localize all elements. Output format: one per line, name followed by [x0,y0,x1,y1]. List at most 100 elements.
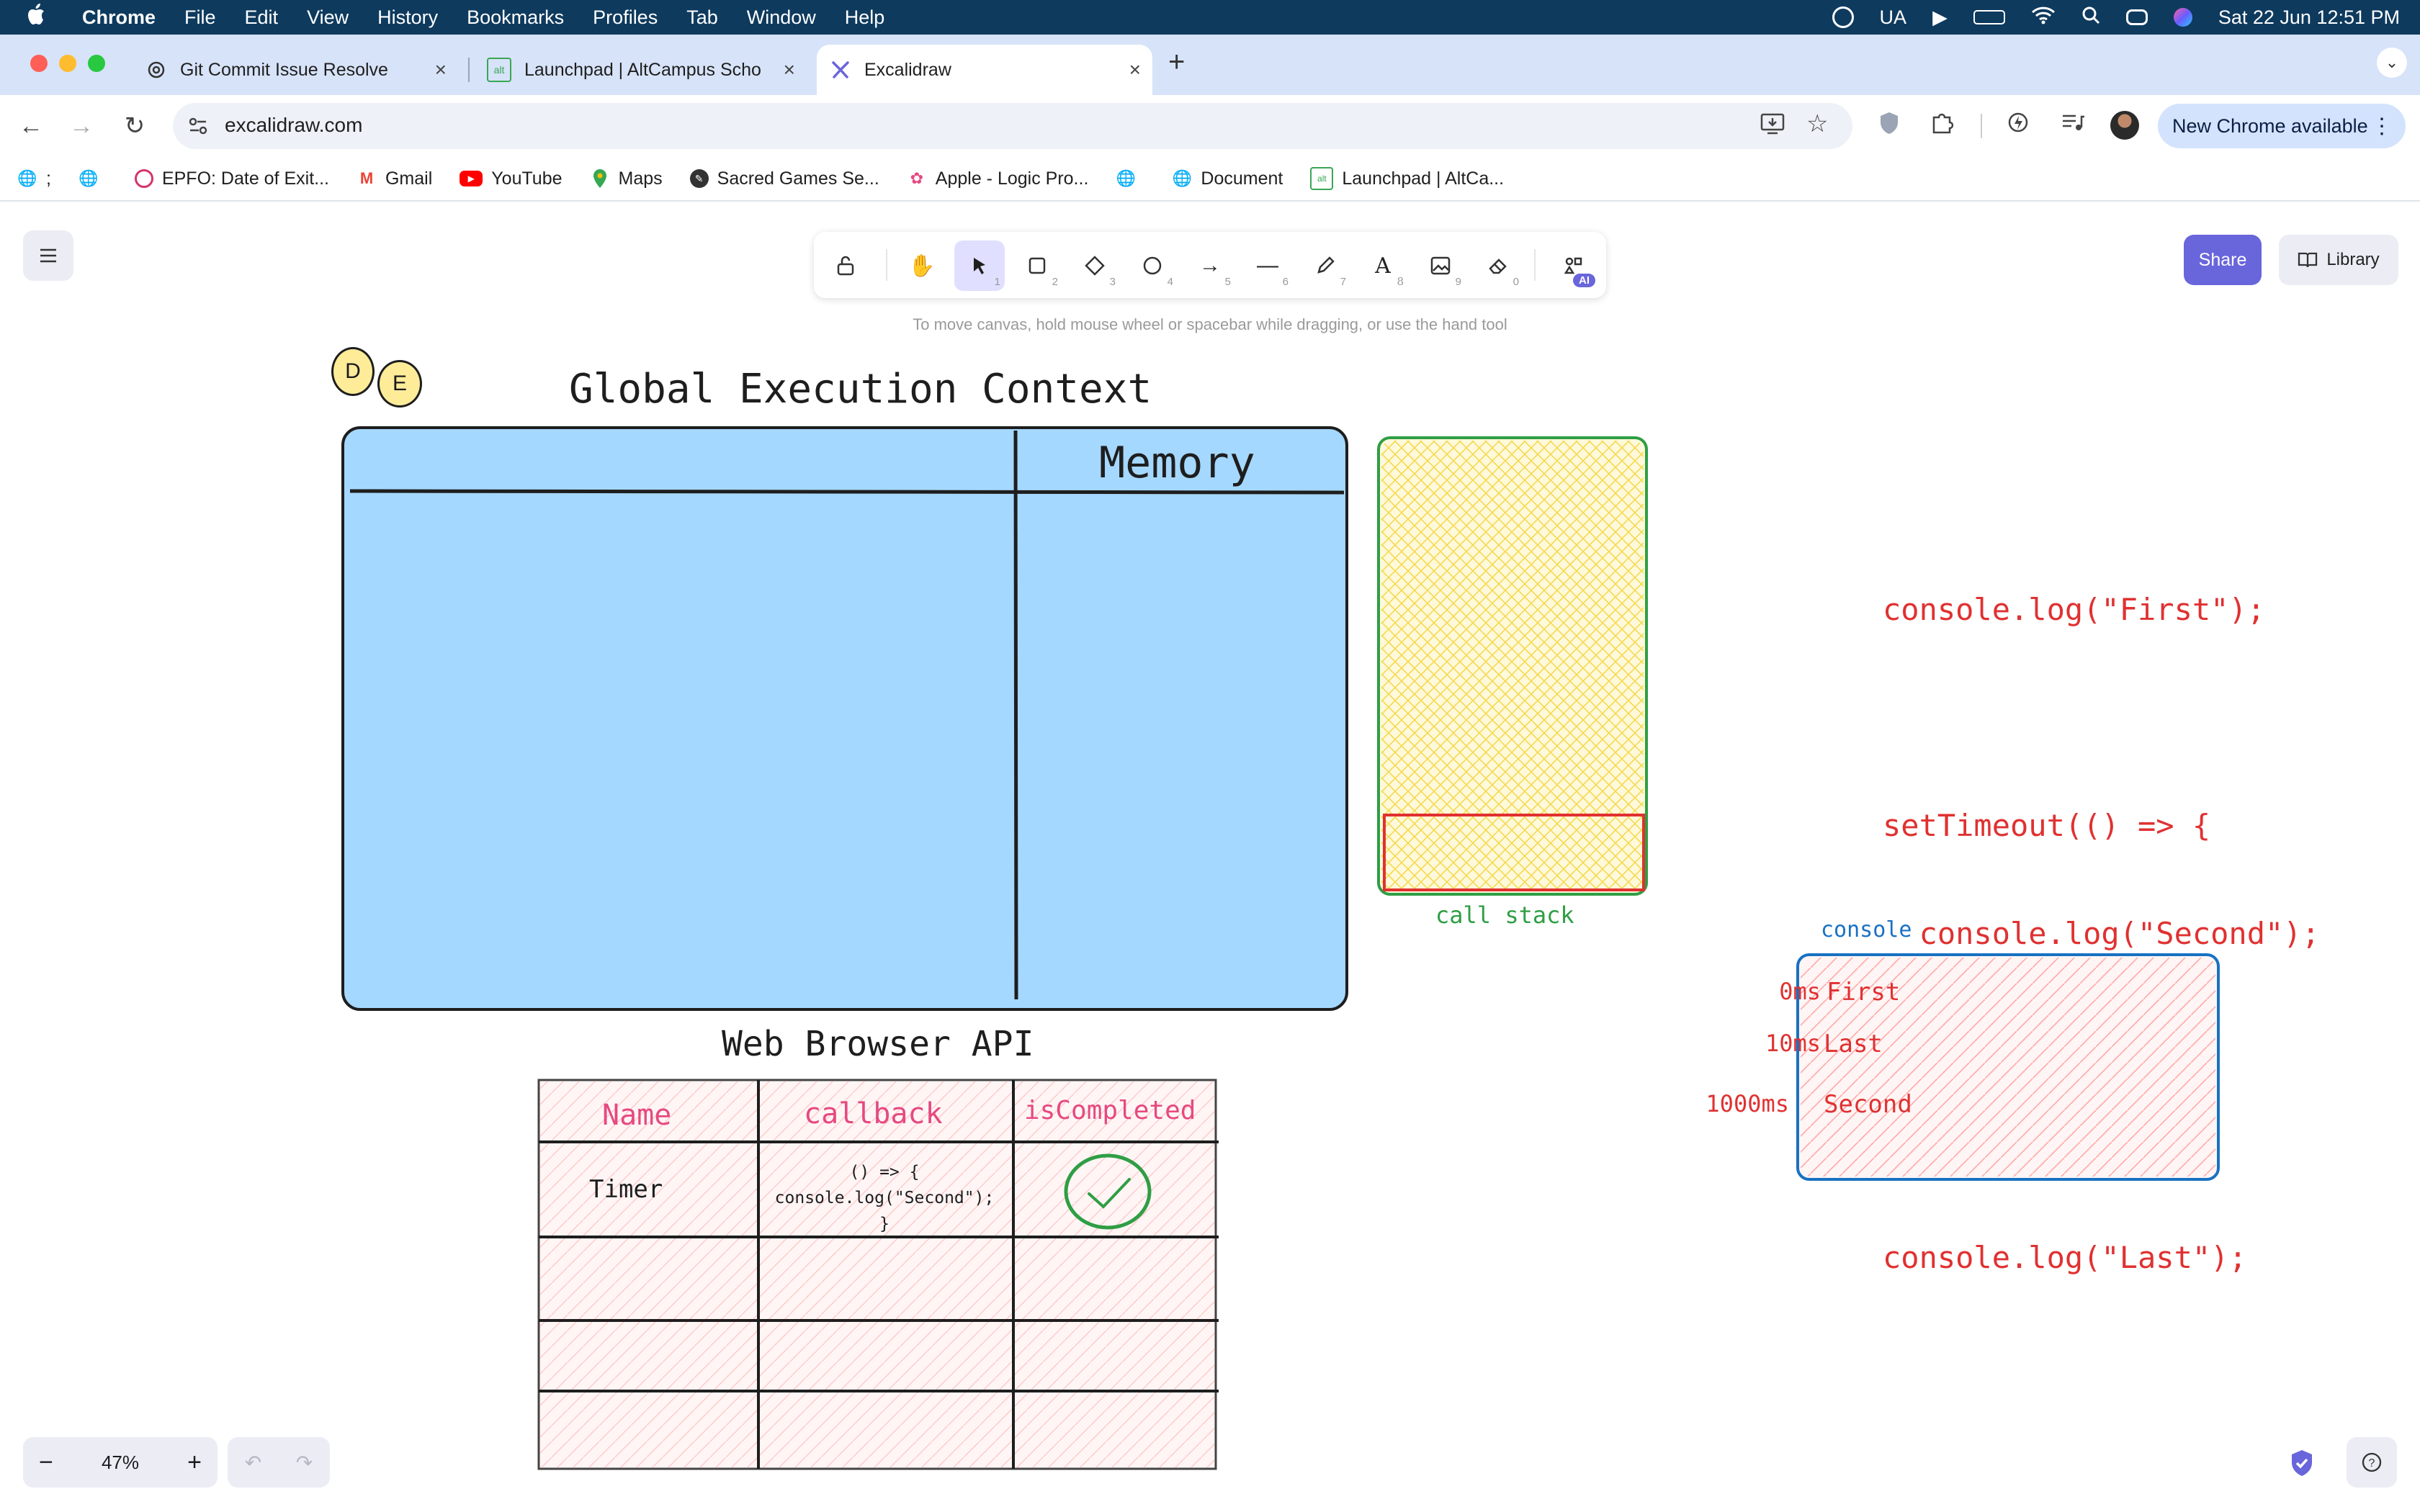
reload-button[interactable]: ↻ [117,108,153,144]
bookmark-item-sacred-games[interactable]: ✎ Sacred Games Se... [689,168,879,189]
menu-help[interactable]: Help [845,6,885,29]
tab-title: Git Commit Issue Resolve [180,59,388,80]
collaborator-avatar[interactable]: E [377,360,422,408]
tab-excalidraw[interactable]: Excalidraw × [817,45,1152,95]
help-button[interactable]: ? [2347,1437,2397,1488]
selection-tool-icon[interactable]: 1 [954,240,1005,291]
bookmark-item-launchpad[interactable]: alt Launchpad | AltCa... [1310,167,1504,190]
menu-view[interactable]: View [307,6,349,29]
undo-button[interactable]: ↶ [245,1451,261,1475]
site-settings-icon[interactable] [187,115,209,140]
bookmark-label: Document [1201,168,1283,189]
tab-close-icon[interactable]: × [1129,58,1141,81]
bookmark-item-apple-logic[interactable]: ✿ Apple - Logic Pro... [907,168,1089,189]
spotlight-search-icon[interactable] [2081,6,2100,30]
tab-close-icon[interactable]: × [784,58,795,81]
bookmark-item[interactable]: 🌐 [79,168,107,189]
performance-icon[interactable] [2007,111,2030,138]
library-button[interactable]: Library [2279,235,2398,285]
console-label[interactable]: console [1821,917,1912,942]
bookmark-item[interactable]: 🌐 [1116,168,1144,189]
lock-tool-icon[interactable] [820,240,871,291]
diamond-tool-icon[interactable]: 3 [1070,240,1120,291]
menu-profiles[interactable]: Profiles [593,6,658,29]
address-bar[interactable] [173,103,1852,149]
tab-launchpad[interactable]: alt Launchpad | AltCampus Scho × [475,45,807,95]
new-chrome-available-button[interactable]: New Chrome available ⋮ [2158,104,2406,148]
bookmark-item-youtube[interactable]: ▶ YouTube [460,168,563,189]
menu-edit[interactable]: Edit [245,6,279,29]
gec-box[interactable] [339,425,1354,1015]
bookmark-label: Launchpad | AltCa... [1342,168,1505,189]
grammarly-icon[interactable] [1832,6,1854,28]
forward-button[interactable]: → [63,108,99,144]
bookmark-star-icon[interactable]: ☆ [1806,109,1828,138]
encryption-shield-icon[interactable] [2289,1449,2315,1481]
tab-close-icon[interactable]: × [435,58,447,81]
zoom-out-button[interactable]: − [39,1449,53,1477]
ellipse-tool-icon[interactable]: 4 [1127,240,1178,291]
control-center-icon[interactable] [2125,9,2148,25]
bookmark-item-maps[interactable]: Maps [590,168,663,189]
call-stack-label[interactable]: call stack [1435,901,1574,929]
tab-git-commit[interactable]: Git Commit Issue Resolve × [134,45,458,95]
window-zoom-button[interactable] [88,55,105,72]
bookmark-item-epfo[interactable]: EPFO: Date of Exit... [134,168,329,189]
apple-menu-icon[interactable] [27,3,48,32]
menu-bookmarks[interactable]: Bookmarks [467,6,564,29]
back-button[interactable]: ← [13,108,49,144]
gec-title[interactable]: Global Execution Context [569,366,1152,413]
new-chrome-label: New Chrome available [2172,114,2368,137]
collaborator-avatar[interactable]: D [331,347,375,396]
arrow-tool-icon[interactable]: → 5 [1185,240,1235,291]
menu-tab[interactable]: Tab [686,6,718,29]
altcampus-icon: alt [1310,167,1334,190]
bookmark-item-gmail[interactable]: M Gmail [357,168,432,189]
zoom-in-button[interactable]: + [187,1449,202,1477]
image-tool-icon[interactable]: 9 [1415,240,1466,291]
extensions-puzzle-icon[interactable] [1930,111,1954,138]
wifi-icon[interactable] [2031,6,2056,30]
share-button[interactable]: Share [2184,235,2262,285]
hand-tool-icon[interactable]: ✋ [897,240,947,291]
extension-shield-icon[interactable] [1878,111,1900,139]
memory-label[interactable]: Memory [1099,438,1255,488]
web-api-table[interactable] [536,1077,1222,1475]
window-close-button[interactable] [30,55,48,72]
menu-file[interactable]: File [184,6,216,29]
zoom-level[interactable]: 47% [102,1452,139,1474]
pencil-tool-icon[interactable]: 7 [1300,240,1350,291]
redo-button[interactable]: ↷ [296,1451,313,1475]
eraser-tool-icon[interactable]: 0 [1473,240,1523,291]
main-menu-button[interactable] [23,230,73,281]
toolbar-divider [886,249,887,281]
window-minimize-button[interactable] [59,55,76,72]
menubar-clock[interactable]: Sat 22 Jun 12:51 PM [2218,6,2400,29]
siri-icon[interactable] [2173,8,2192,27]
console-time: 10ms [1765,1030,1821,1057]
media-queue-icon[interactable] [2061,112,2084,136]
code-block[interactable]: console.log("First"); setTimeout(() => {… [1883,520,2320,1312]
input-source-indicator[interactable]: UA [1880,6,1907,29]
profile-avatar[interactable] [2110,111,2139,140]
url-text[interactable]: excalidraw.com [225,114,362,137]
bookmark-item-document[interactable]: 🌐 Document [1172,168,1283,189]
rectangle-tool-icon[interactable]: 2 [1012,240,1062,291]
more-menu-icon[interactable]: ⋮ [2371,114,2393,139]
bookmark-item[interactable]: 🌐; [17,168,51,189]
new-tab-button[interactable]: + [1168,46,1185,78]
line-tool-icon[interactable]: —6 [1242,240,1293,291]
text-tool-icon[interactable]: A8 [1358,240,1408,291]
excalidraw-icon [830,59,851,81]
menu-window[interactable]: Window [747,6,816,29]
tab-search-chevron-icon[interactable]: ⌄ [2377,48,2407,78]
call-stack-box[interactable] [1376,435,1652,899]
battery-icon[interactable] [1973,10,2005,24]
menu-history[interactable]: History [377,6,438,29]
ai-badge: AI [1573,274,1595,287]
web-api-title[interactable]: Web Browser API [722,1024,1034,1064]
menu-app-chrome[interactable]: Chrome [82,6,156,29]
install-app-icon[interactable] [1760,112,1785,139]
undo-redo-controls: ↶ ↷ [228,1437,330,1488]
play-icon[interactable]: ▶ [1932,6,1948,29]
